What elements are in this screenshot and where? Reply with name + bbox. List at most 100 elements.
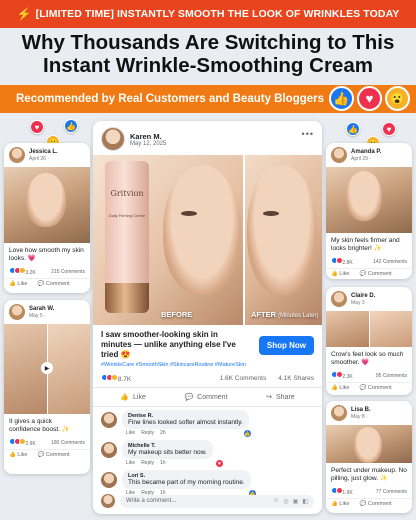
face-image xyxy=(354,427,382,463)
avatar xyxy=(101,494,115,508)
like-label: Like xyxy=(133,393,146,401)
camera-icon[interactable]: ◎ xyxy=(283,498,288,505)
comment-label: Comment xyxy=(367,385,392,391)
avatar xyxy=(101,442,117,458)
thumbs-up-icon: 👍 xyxy=(346,122,360,136)
gif-icon[interactable]: ▣ xyxy=(293,498,299,505)
post-date: April 26 · xyxy=(29,155,50,162)
post-stats: 2.8K 142 Comments xyxy=(326,255,412,268)
comment-reply-link[interactable]: Reply xyxy=(141,430,154,436)
post-stats: 8.7K 1.6K Comments 4.1K Shares xyxy=(93,370,322,387)
post-actions: 👍 Like 💬 Comment xyxy=(4,449,90,460)
comment-button[interactable]: 💬 Comment xyxy=(37,281,69,287)
comment-reply-link[interactable]: Reply xyxy=(141,460,154,466)
comment-text: Fine lines looked softer almost instantl… xyxy=(128,419,243,426)
side-post-jessica[interactable]: Jessica L. April 26 · Love how smooth my… xyxy=(4,143,90,293)
comment-label: Comment xyxy=(367,501,392,507)
product-subtitle: Daily Firming Creme xyxy=(108,213,146,218)
comment-button[interactable]: 💬 Comment xyxy=(359,501,391,507)
like-label: Like xyxy=(339,501,350,507)
after-face-image xyxy=(247,165,317,295)
post-photo: ▶ xyxy=(4,324,90,414)
comment-button[interactable]: 💬 Comment xyxy=(359,271,391,277)
side-post-amanda[interactable]: Amanda P. April 29 · My skin feels firme… xyxy=(326,143,412,279)
like-label: Like xyxy=(339,271,350,277)
composer-icons: ☺ ◎ ▣ ◧ xyxy=(273,498,308,505)
lightning-icon: ⚡ xyxy=(16,7,32,21)
after-panel: AFTER (Minutes Later) xyxy=(243,155,322,325)
comment-button[interactable]: 💬 Comment xyxy=(37,452,69,458)
post-text: My skin feels firmer and looks brighter!… xyxy=(331,237,400,252)
comment-bubble: Denise R. Fine lines looked softer almos… xyxy=(122,410,249,429)
avatar xyxy=(331,405,347,421)
post-date: May 12, 2025 xyxy=(130,140,167,147)
comment-button[interactable]: 💬 Comment xyxy=(359,385,391,391)
like-button[interactable]: 👍 Like xyxy=(9,452,27,458)
comment-count: 142 Comments xyxy=(373,258,407,265)
side-post-claire[interactable]: Claire D. May 3 · Crow's feet look so mu… xyxy=(326,287,412,395)
wow-face-icon: 😮 xyxy=(385,86,410,111)
comment-count[interactable]: 1.6K Comments xyxy=(220,375,267,382)
comment-label: Comment xyxy=(197,393,228,401)
avatar[interactable] xyxy=(101,127,125,151)
post-date: April 29 · xyxy=(351,155,372,162)
recommended-bar: Recommended by Real Customers and Beauty… xyxy=(0,85,416,113)
comment-icon: 💬 xyxy=(184,394,194,401)
comment-input[interactable]: Write a comment... ☺ ◎ ▣ ◧ xyxy=(120,494,314,508)
comment-label: Comment xyxy=(45,281,70,287)
comment-like-link[interactable]: Like xyxy=(126,430,135,436)
headline-line-1: Why Thousands Are Switching to This xyxy=(21,31,395,54)
heart-icon: ♥ xyxy=(30,120,44,134)
like-button[interactable]: 👍 Like xyxy=(120,393,146,402)
page-headline: Why Thousands Are Switching to This Inst… xyxy=(0,31,416,77)
post-author[interactable]: Karen M. xyxy=(130,132,166,141)
headline-line-2: Instant Wrinkle-Smoothing Cream xyxy=(43,54,373,77)
post-text: It gives a quick confidence boost. ✨ xyxy=(9,418,70,433)
main-post: Karen M. May 12, 2025 ••• Gritvion Daily… xyxy=(93,121,322,514)
post-photo xyxy=(4,167,90,243)
post-author: Sarah W. xyxy=(29,305,55,312)
comment-like-link[interactable]: Like xyxy=(126,460,135,466)
post-header: Lisa B. May 8 · xyxy=(326,401,412,425)
post-hashtags[interactable]: #WrinkleCare #SmoothSkin #SkincareRoutin… xyxy=(93,360,322,370)
comment-button[interactable]: 💬 Comment xyxy=(184,393,228,402)
post-actions: 👍 Like 💬 Comment xyxy=(326,382,412,393)
comment-text: My makeup sits better now. xyxy=(128,449,207,456)
face-image xyxy=(346,171,382,221)
post-stats: 2.9K 180 Comments xyxy=(4,436,90,449)
recommended-text: Recommended by Real Customers and Beauty… xyxy=(16,93,325,105)
post-text: Love how smooth my skin looks. 💗 xyxy=(9,247,84,262)
share-count[interactable]: 4.1K Shares xyxy=(278,375,314,382)
after-label-sub: (Minutes Later) xyxy=(278,313,319,319)
thumbs-up-icon: 👍 xyxy=(64,119,78,133)
like-button[interactable]: 👍 Like xyxy=(331,271,349,277)
sticker-icon[interactable]: ◧ xyxy=(302,498,308,505)
comment-label: Comment xyxy=(45,452,70,458)
post-author: Jessica L. xyxy=(29,148,58,155)
post-stats: 2.3K 95 Comments xyxy=(326,369,412,382)
side-post-lisa[interactable]: Lisa B. May 8 · Perfect under makeup. No… xyxy=(326,401,412,513)
more-options-icon[interactable]: ••• xyxy=(302,129,314,139)
heart-icon: ♥ xyxy=(382,122,396,136)
post-header: Claire D. May 3 · xyxy=(326,287,412,311)
like-button[interactable]: 👍 Like xyxy=(9,281,27,287)
shop-now-button[interactable]: Shop Now xyxy=(258,336,314,355)
post-date: May 3 · xyxy=(351,299,368,306)
thumbs-up-icon: 👍 xyxy=(120,394,130,401)
comment-label: Comment xyxy=(367,271,392,277)
play-icon[interactable]: ▶ xyxy=(41,362,53,374)
post-text: Crow's feet look so much smoother. 💗 xyxy=(331,351,404,366)
product-cap xyxy=(105,283,149,313)
reaction-icons: 👍 ♥ 😮 xyxy=(329,86,410,111)
like-button[interactable]: 👍 Like xyxy=(331,385,349,391)
like-button[interactable]: 👍 Like xyxy=(331,501,349,507)
side-post-sarah[interactable]: Sarah W. May 5 · ▶ It gives a quick conf… xyxy=(4,300,90,474)
post-stats: 3.2K 215 Comments xyxy=(4,265,90,278)
comment-meta: Like Reply 2h xyxy=(122,429,249,436)
post-photo xyxy=(326,167,412,233)
emoji-icon[interactable]: ☺ xyxy=(273,498,279,505)
eye-shape xyxy=(181,211,197,216)
reactions-summary[interactable]: 8.7K xyxy=(101,374,131,383)
share-button[interactable]: ↪ Share xyxy=(266,393,295,402)
like-label: Like xyxy=(339,385,350,391)
